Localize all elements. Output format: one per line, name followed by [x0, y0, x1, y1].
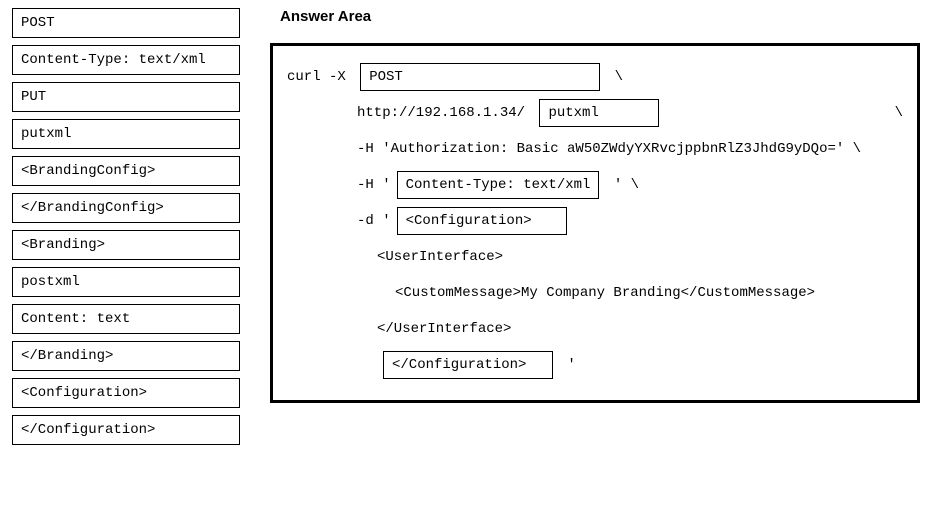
backslash: \	[886, 105, 903, 121]
curl-text: curl -X	[287, 69, 354, 85]
answer-area-title: Answer Area	[280, 8, 929, 25]
data-prefix: -d '	[357, 213, 391, 229]
xml-text: <UserInterface>	[377, 249, 503, 265]
option-item[interactable]: POST	[12, 8, 240, 38]
header-suffix: ' \	[605, 177, 639, 193]
code-line: -d ' <Configuration>	[287, 204, 903, 238]
drop-slot-path[interactable]: putxml	[539, 99, 659, 127]
code-line: curl -X POST \	[287, 60, 903, 94]
code-line: </Configuration> '	[287, 348, 903, 382]
option-item[interactable]: <Configuration>	[12, 378, 240, 408]
option-item[interactable]: putxml	[12, 119, 240, 149]
option-item[interactable]: <Branding>	[12, 230, 240, 260]
drop-slot-content-type[interactable]: Content-Type: text/xml	[397, 171, 600, 199]
header-prefix: -H '	[357, 177, 391, 193]
code-line: </UserInterface>	[287, 312, 903, 346]
xml-text: <CustomMessage>My Company Branding</Cust…	[395, 285, 815, 301]
drop-slot-method[interactable]: POST	[360, 63, 600, 91]
option-item[interactable]: <BrandingConfig>	[12, 156, 240, 186]
backslash: \	[606, 69, 623, 85]
option-item[interactable]: Content-Type: text/xml	[12, 45, 240, 75]
code-line: -H ' Content-Type: text/xml ' \	[287, 168, 903, 202]
auth-header-text: -H 'Authorization: Basic aW50ZWdyYXRvcjp…	[357, 141, 861, 157]
answer-area: curl -X POST \ http://192.168.1.34/ putx…	[270, 43, 920, 403]
option-item[interactable]: </Branding>	[12, 341, 240, 371]
option-item[interactable]: </Configuration>	[12, 415, 240, 445]
code-line: -H 'Authorization: Basic aW50ZWdyYXRvcjp…	[287, 132, 903, 166]
drop-slot-open-tag[interactable]: <Configuration>	[397, 207, 567, 235]
drop-slot-close-tag[interactable]: </Configuration>	[383, 351, 553, 379]
option-item[interactable]: PUT	[12, 82, 240, 112]
option-item[interactable]: Content: text	[12, 304, 240, 334]
code-line: <CustomMessage>My Company Branding</Cust…	[287, 276, 903, 310]
code-line: <UserInterface>	[287, 240, 903, 274]
xml-text: </UserInterface>	[377, 321, 511, 337]
url-text: http://192.168.1.34/	[357, 105, 533, 121]
answer-column: Answer Area curl -X POST \ http://192.16…	[270, 8, 929, 445]
code-line: http://192.168.1.34/ putxml \	[287, 96, 903, 130]
close-quote: '	[559, 357, 576, 373]
option-item[interactable]: </BrandingConfig>	[12, 193, 240, 223]
option-item[interactable]: postxml	[12, 267, 240, 297]
options-list: POST Content-Type: text/xml PUT putxml <…	[12, 8, 240, 445]
